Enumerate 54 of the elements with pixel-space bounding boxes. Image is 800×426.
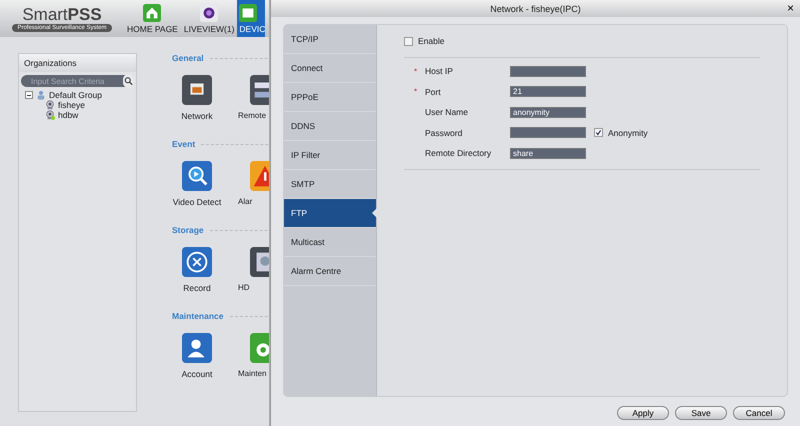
account-icon[interactable]	[182, 333, 212, 363]
record-icon[interactable]	[182, 247, 212, 277]
item-label[interactable]: Remote	[238, 111, 266, 120]
dialog-button[interactable]: Cancel	[733, 406, 785, 420]
collapse-icon[interactable]	[25, 91, 33, 99]
field-label: Port	[425, 86, 442, 96]
section-title: Maintenance	[172, 311, 224, 321]
section-title: Storage	[172, 225, 204, 235]
checkbox-label: Anonymity	[608, 128, 648, 138]
settings-tab[interactable]: TCP/IP	[284, 25, 376, 54]
required-mark: *	[414, 87, 418, 96]
input-field[interactable]	[510, 127, 586, 138]
checkbox[interactable]	[404, 36, 413, 46]
section-title: General	[172, 53, 204, 63]
dialog-button[interactable]: Apply	[617, 406, 669, 420]
group-icon	[36, 90, 46, 100]
item-label[interactable]: Alar	[238, 197, 252, 206]
nav-tab[interactable]: HOME PAGE	[124, 0, 181, 37]
field-label: User Name	[425, 107, 469, 117]
tree-item[interactable]: hdbw	[58, 110, 78, 120]
section-title: Event	[172, 139, 196, 149]
required-mark: *	[414, 66, 418, 76]
checkbox-label: Enable	[418, 36, 444, 46]
input-field[interactable]: share	[510, 148, 586, 158]
camera-icon	[200, 4, 218, 22]
item-label[interactable]: Video Detect	[172, 197, 222, 207]
input-field[interactable]: anonymity	[510, 106, 586, 118]
search-field[interactable]: Input Search Criteria	[21, 75, 134, 87]
item-label[interactable]: HD	[238, 283, 250, 292]
home-icon	[143, 4, 162, 22]
device-icon	[239, 4, 258, 22]
item-label[interactable]: Network	[181, 111, 213, 121]
tree-item[interactable]: fisheye	[58, 100, 85, 110]
nav-tab[interactable]: LIVEVIEW(1)	[180, 0, 238, 37]
field-label: Password	[425, 128, 464, 138]
nav-tab[interactable]: DEVIC	[237, 0, 266, 37]
field-label: Remote Directory	[425, 148, 492, 158]
logo-title: SmartPSS	[22, 6, 102, 24]
panel-title: Organizations	[19, 54, 136, 72]
checkbox[interactable]	[594, 128, 603, 137]
search-icon	[123, 74, 134, 88]
video-icon[interactable]	[182, 161, 212, 191]
window-title: Network - fisheye(IPC)	[490, 4, 581, 14]
input-field[interactable]	[510, 66, 586, 76]
network-icon[interactable]	[182, 75, 212, 105]
input-field[interactable]: 21	[510, 86, 586, 97]
item-label[interactable]: Account	[182, 369, 212, 379]
field-label: Host IP	[425, 66, 454, 76]
item-label[interactable]: Mainten	[238, 369, 266, 378]
close-button[interactable]: ×	[786, 1, 794, 15]
tree-item[interactable]: Default Group	[49, 90, 102, 100]
dialog-button[interactable]: Save	[675, 406, 727, 420]
item-label[interactable]: Record	[183, 283, 211, 293]
settings-tab[interactable]: FTP	[284, 199, 376, 228]
